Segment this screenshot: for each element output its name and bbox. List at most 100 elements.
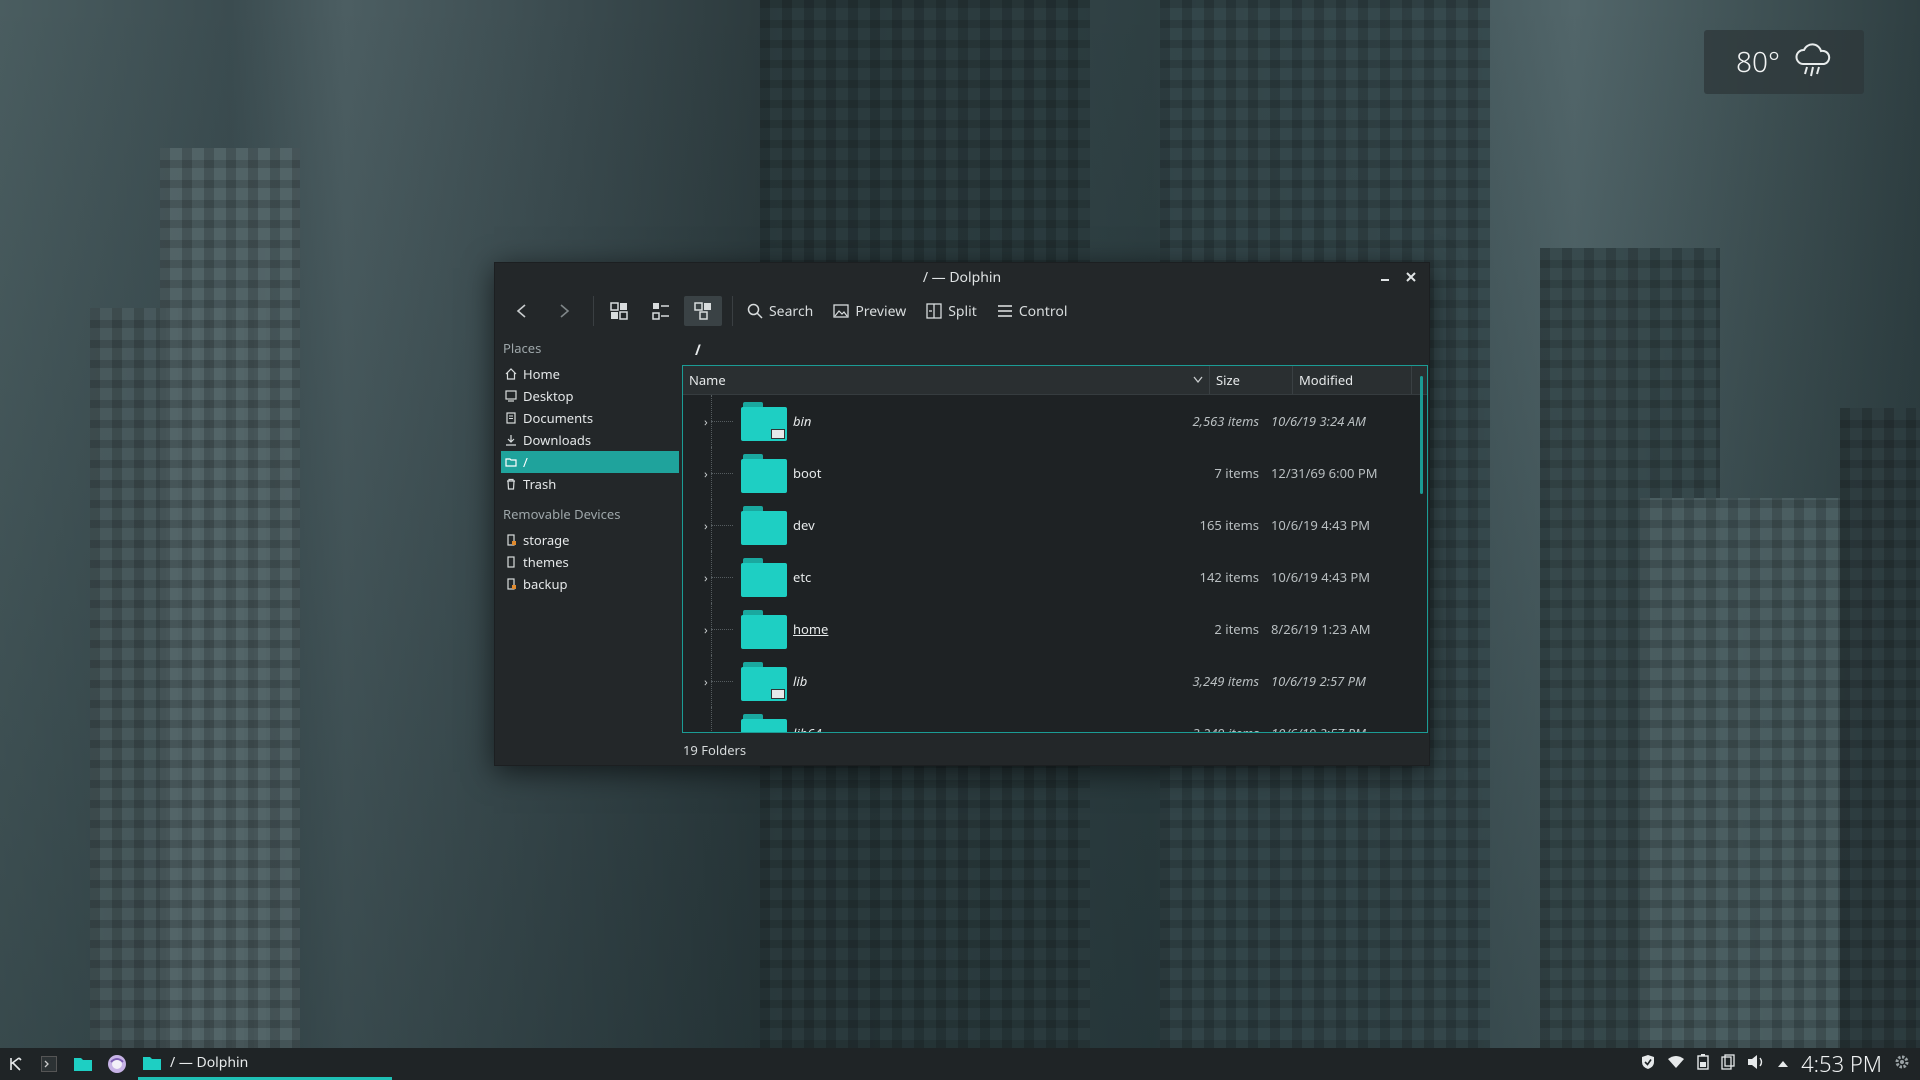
minimize-button[interactable] [1375, 267, 1395, 287]
titlebar[interactable]: / — Dolphin [495, 263, 1429, 291]
compact-view-icon [652, 303, 669, 320]
file-name: dev [793, 516, 815, 534]
weather-widget[interactable]: 80° [1704, 30, 1864, 94]
taskbar-window-dolphin[interactable]: / — Dolphin [138, 1048, 392, 1080]
browser-launcher[interactable] [100, 1048, 134, 1080]
tree-branch: › [683, 707, 735, 732]
file-manager-launcher[interactable] [66, 1048, 100, 1080]
file-name: etc [793, 568, 812, 586]
tree-branch: › [683, 499, 735, 551]
expand-chevron-icon[interactable]: › [704, 413, 708, 430]
sidebar-item-label: Desktop [523, 387, 574, 405]
compact-view-button[interactable] [642, 296, 680, 326]
expand-chevron-icon[interactable]: › [704, 569, 708, 586]
folder-icon [741, 557, 787, 597]
background-building [1640, 498, 1840, 1048]
clipboard-icon[interactable] [1721, 1053, 1735, 1075]
places-section-title: Places [503, 339, 542, 357]
folder-icon [741, 609, 787, 649]
expand-chevron-icon[interactable]: › [704, 517, 708, 534]
close-icon [1406, 272, 1416, 282]
file-row-home[interactable]: › home 2 items 8/26/19 1:23 AM [683, 603, 1427, 655]
icons-view-icon [610, 302, 628, 320]
size-column-header[interactable]: Size [1210, 366, 1293, 394]
battery-icon[interactable] [1697, 1053, 1709, 1075]
toolbar-separator [593, 296, 594, 326]
expand-chevron-icon[interactable]: › [704, 465, 708, 482]
file-row-etc[interactable]: › etc 142 items 10/6/19 4:43 PM [683, 551, 1427, 603]
search-label: Search [769, 301, 814, 321]
expand-chevron-icon[interactable]: › [704, 673, 708, 690]
shield-icon[interactable] [1641, 1054, 1655, 1075]
documents-icon [506, 412, 516, 424]
vertical-scrollbar[interactable] [1420, 376, 1423, 494]
file-modified: 10/6/19 4:43 PM [1271, 568, 1371, 586]
sidebar-item-label: / [523, 453, 528, 471]
file-row-boot[interactable]: › boot 7 items 12/31/69 6:00 PM [683, 447, 1427, 499]
icons-view-button[interactable] [600, 296, 638, 326]
name-column-label: Name [689, 371, 726, 389]
settings-icon[interactable] [1894, 1054, 1910, 1075]
sidebar-item-desktop[interactable]: Desktop [501, 385, 679, 407]
sidebar-item-root[interactable]: / [501, 451, 679, 473]
toolbar: Search Preview Split Control [495, 291, 1429, 331]
sidebar-item-backup[interactable]: backup [501, 573, 679, 595]
back-button[interactable] [503, 296, 541, 326]
split-icon [926, 303, 942, 319]
location-bar[interactable]: / [695, 341, 701, 360]
sidebar-item-themes[interactable]: themes [501, 551, 679, 573]
file-modified: 10/6/19 3:24 AM [1271, 412, 1366, 430]
application-launcher-button[interactable] [0, 1048, 32, 1080]
chevron-down-icon [1193, 376, 1203, 384]
close-button[interactable] [1401, 267, 1421, 287]
file-name: lib64 [793, 724, 822, 733]
file-name: boot [793, 464, 822, 482]
wifi-icon[interactable] [1667, 1055, 1685, 1074]
temperature-label: 80° [1736, 43, 1780, 81]
folder-icon [741, 713, 787, 732]
sidebar-item-home[interactable]: Home [501, 363, 679, 385]
search-button[interactable]: Search [739, 296, 821, 326]
file-row-lib[interactable]: › lib 3,249 items 10/6/19 2:57 PM [683, 655, 1427, 707]
modified-column-header[interactable]: Modified [1293, 366, 1412, 394]
file-row-lib64[interactable]: › lib64 3,249 items 10/6/19 2:57 PM [683, 707, 1427, 733]
expand-chevron-icon[interactable]: › [704, 725, 708, 732]
show-hidden-icons-button[interactable] [1777, 1055, 1789, 1074]
taskbar-window-label: / — Dolphin [170, 1053, 249, 1072]
volume-icon[interactable] [1747, 1054, 1765, 1075]
sidebar-item-label: Documents [523, 409, 594, 427]
sidebar-item-downloads[interactable]: Downloads [501, 429, 679, 451]
removable-section-title: Removable Devices [503, 505, 621, 523]
folder-icon [143, 1056, 161, 1070]
tree-branch: › [683, 551, 735, 603]
file-modified: 10/6/19 2:57 PM [1271, 724, 1366, 733]
tree-branch: › [683, 603, 735, 655]
name-column-header[interactable]: Name [683, 366, 1210, 394]
preview-button[interactable]: Preview [825, 296, 914, 326]
split-button[interactable]: Split [918, 296, 985, 326]
dolphin-window: / — Dolphin Search Preview Split Control… [494, 262, 1430, 766]
minimize-icon [1381, 279, 1389, 281]
forward-button[interactable] [545, 296, 583, 326]
drive-icon [507, 534, 516, 546]
browser-icon [108, 1055, 126, 1073]
sidebar-item-label: Trash [523, 475, 557, 493]
taskbar: / — Dolphin 4:53 PM [0, 1048, 1920, 1080]
sidebar-item-storage[interactable]: storage [501, 529, 679, 551]
sidebar-item-trash[interactable]: Trash [501, 473, 679, 495]
hamburger-menu-icon [997, 305, 1012, 317]
details-view-button[interactable] [684, 296, 722, 326]
file-row-bin[interactable]: › bin 2,563 items 10/6/19 3:24 AM [683, 395, 1427, 447]
expand-chevron-icon[interactable]: › [704, 621, 708, 638]
control-button[interactable]: Control [989, 296, 1076, 326]
file-name: bin [793, 412, 812, 430]
sidebar-item-documents[interactable]: Documents [501, 407, 679, 429]
symlink-badge-icon [771, 429, 785, 439]
terminal-launcher[interactable] [32, 1048, 66, 1080]
file-modified: 12/31/69 6:00 PM [1271, 464, 1378, 482]
clock[interactable]: 4:53 PM [1801, 1049, 1882, 1079]
file-row-dev[interactable]: › dev 165 items 10/6/19 4:43 PM [683, 499, 1427, 551]
control-label: Control [1018, 301, 1068, 321]
file-size: 165 items [1199, 516, 1259, 534]
file-view[interactable]: Name Size Modified › bin 2,563 items 10/… [682, 365, 1428, 733]
